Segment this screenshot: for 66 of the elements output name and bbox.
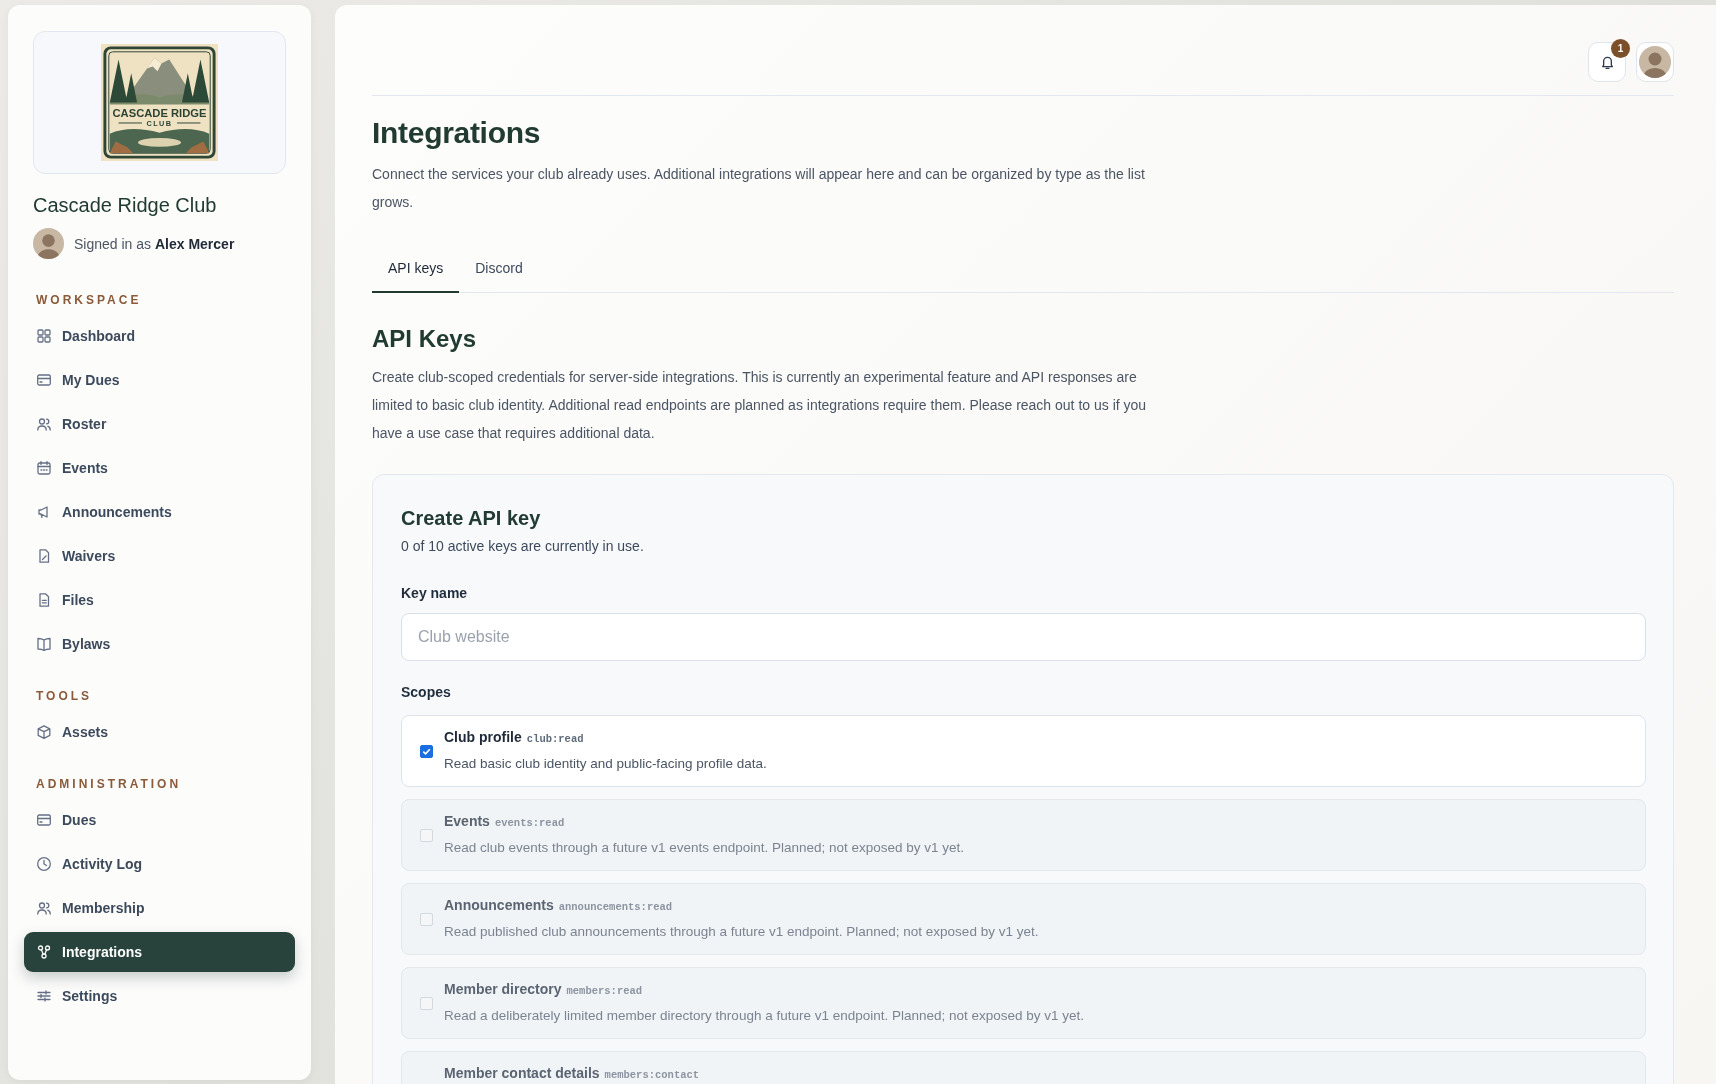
section-heading: ADMINISTRATION bbox=[36, 776, 182, 792]
avatar-icon bbox=[33, 228, 64, 259]
signed-in-text: Signed in as Alex Mercer bbox=[74, 235, 235, 252]
book-icon bbox=[37, 637, 51, 651]
clock-icon bbox=[37, 857, 51, 871]
section-heading: TOOLS bbox=[36, 688, 93, 704]
nav-item[interactable]: Dashboard bbox=[24, 316, 295, 356]
avatar-icon bbox=[1639, 46, 1671, 78]
section-title: API Keys bbox=[372, 324, 477, 354]
tab[interactable]: Discord bbox=[459, 246, 539, 293]
grid-icon bbox=[37, 329, 51, 343]
page-description: Connect the services your club already uses. Additional integrations will appear here and can be organized by type as the list grows. bbox=[372, 165, 1146, 212]
tab[interactable]: API keys bbox=[372, 246, 460, 293]
users-icon bbox=[37, 417, 51, 431]
usage-text: 0 of 10 active keys are currently in use. bbox=[401, 537, 644, 556]
document-pen-icon bbox=[37, 549, 51, 563]
scope-description: Read club events through a future v1 events endpoint. Planned; not exposed by v1 yet. bbox=[444, 839, 965, 857]
nav-item[interactable]: Waivers bbox=[24, 536, 295, 576]
scope-title: Club profile bbox=[444, 728, 522, 746]
megaphone-icon bbox=[37, 505, 51, 519]
nav-item[interactable]: Assets bbox=[24, 712, 295, 752]
scope-title: Member directory bbox=[444, 980, 562, 998]
nav-item[interactable]: Announcements bbox=[24, 492, 295, 532]
cube-icon bbox=[37, 725, 51, 739]
card-icon bbox=[37, 373, 51, 387]
section-heading: WORKSPACE bbox=[36, 292, 142, 308]
nav-item[interactable]: Activity Log bbox=[24, 844, 295, 884]
scope-code: members:read bbox=[566, 984, 643, 999]
key-name-field[interactable]: Club website bbox=[401, 613, 1646, 661]
calendar-icon bbox=[37, 461, 51, 475]
scope-description: Read published club announcements through a future v1 endpoint. Planned; not exposed by v1 yet. bbox=[444, 923, 1039, 941]
nav-item[interactable]: Files bbox=[24, 580, 295, 620]
card-icon bbox=[37, 813, 51, 827]
users-icon bbox=[37, 901, 51, 915]
section-description: Create club-scoped credentials for server-side integrations. This is currently an experimental feature and API responses are limited to basic club identity. Additional read endpoints are planned as integrations require them. Please reach out to us if you have a use case that requires additional data. bbox=[372, 368, 1147, 443]
scope-code: announcements:read bbox=[558, 900, 673, 915]
checkbox[interactable] bbox=[420, 744, 433, 758]
club-name: Cascade Ridge Club bbox=[33, 193, 218, 218]
nav-item[interactable]: My Dues bbox=[24, 360, 295, 400]
scope-option[interactable]: Club profile club:read Read basic club identity and public-facing profile data. bbox=[401, 715, 1646, 787]
sliders-icon bbox=[37, 989, 51, 1003]
logo-wordmark: CASCADE RIDGE bbox=[112, 107, 207, 120]
scope-title: Events bbox=[444, 812, 490, 830]
nav-item[interactable]: Integrations bbox=[24, 932, 295, 972]
scope-description: Read a deliberately limited member directory through a future v1 endpoint. Planned; not exposed by v1 yet. bbox=[444, 1007, 1085, 1025]
document-icon bbox=[37, 593, 51, 607]
scope-description: Read basic club identity and public-facing profile data. bbox=[444, 755, 767, 773]
scope-code: members:contact bbox=[604, 1068, 700, 1083]
scope-code: events:read bbox=[494, 816, 565, 831]
nodes-icon bbox=[37, 945, 51, 959]
nav-item[interactable]: Dues bbox=[24, 800, 295, 840]
nav-item[interactable]: Settings bbox=[24, 976, 295, 1016]
card-title: Create API key bbox=[401, 506, 541, 531]
notification-badge: 1 bbox=[1611, 39, 1630, 58]
nav-item[interactable]: Roster bbox=[24, 404, 295, 444]
page-title: Integrations bbox=[372, 115, 541, 151]
scope-title: Member contact details bbox=[444, 1064, 600, 1082]
scope-title: Announcements bbox=[444, 896, 554, 914]
nav-item[interactable]: Membership bbox=[24, 888, 295, 928]
nav-item[interactable]: Bylaws bbox=[24, 624, 295, 664]
scope-code: club:read bbox=[526, 732, 584, 747]
nav-item[interactable]: Events bbox=[24, 448, 295, 488]
field-label: Key name bbox=[401, 584, 468, 603]
field-label: Scopes bbox=[401, 683, 451, 702]
profile-button[interactable] bbox=[1636, 42, 1674, 82]
bell-icon bbox=[1601, 55, 1613, 69]
